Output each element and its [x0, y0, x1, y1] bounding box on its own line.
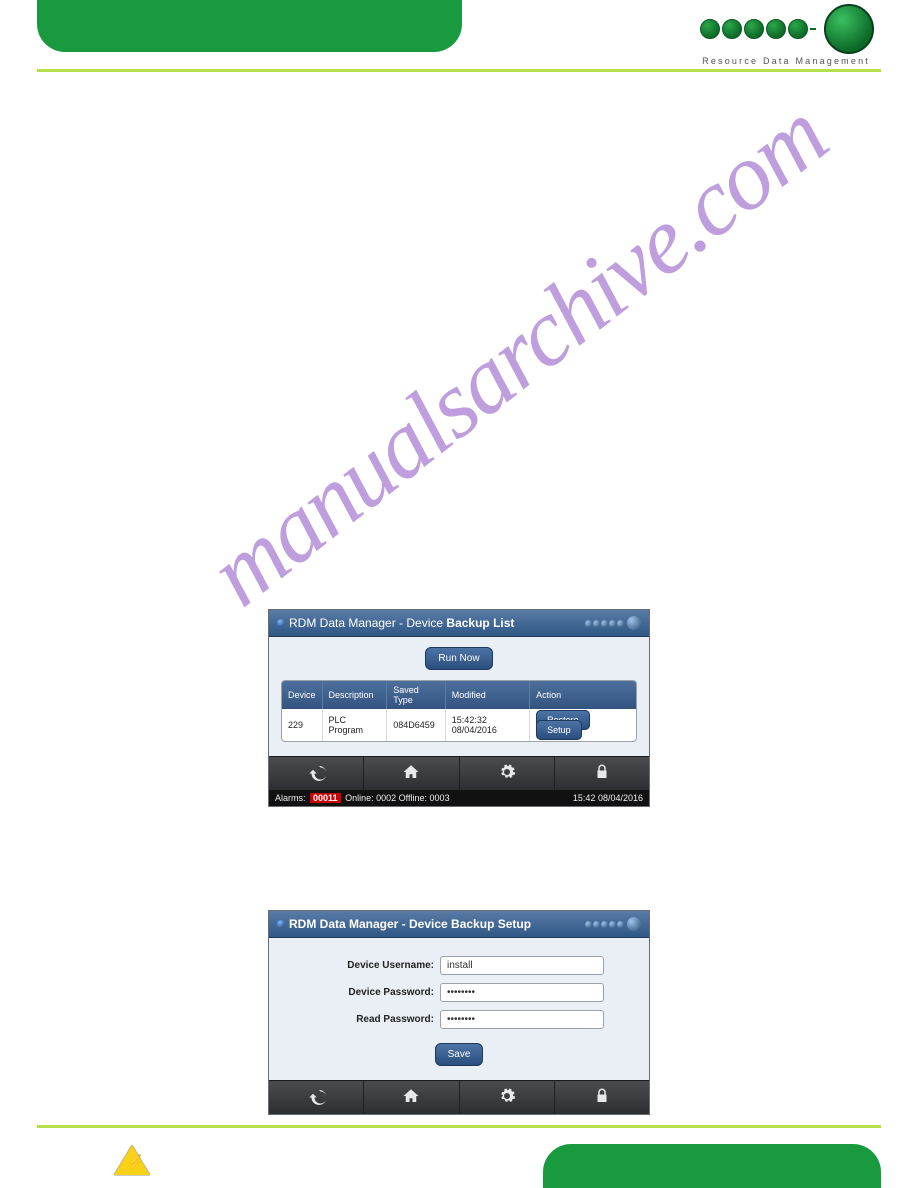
nav-back-button[interactable]: [269, 1081, 364, 1114]
cell-description: PLC Program: [322, 709, 387, 741]
online-label: Online:: [345, 793, 374, 803]
col-saved-type: Saved Type: [387, 681, 446, 709]
nav-lock-button[interactable]: [555, 1081, 649, 1114]
window-titlebar: RDM Data Manager - Device Backup Setup: [269, 911, 649, 938]
save-button[interactable]: Save: [435, 1043, 484, 1066]
nav-settings-button[interactable]: [460, 1081, 555, 1114]
header-tab: [37, 0, 462, 52]
nav-settings-button[interactable]: [460, 757, 555, 790]
offline-count: 0003: [430, 793, 450, 803]
cell-device: 229: [282, 709, 322, 741]
lock-icon: [592, 763, 612, 781]
back-arrow-icon: [306, 763, 326, 781]
titlebar-dot-icon: [277, 920, 285, 928]
col-action: Action: [530, 681, 636, 709]
bottom-nav: [269, 756, 649, 790]
alarms-label: Alarms:: [275, 793, 306, 803]
title-suffix: Backup List: [443, 616, 514, 630]
nav-home-button[interactable]: [364, 1081, 459, 1114]
status-bar: Alarms: 00011 Online: 0002 Offline: 0003…: [269, 790, 649, 806]
screenshot-backup-list: RDM Data Manager - Device Backup List Ru…: [268, 609, 650, 807]
brand-logo: Resource Data Management: [700, 4, 874, 66]
col-device: Device: [282, 681, 322, 709]
table-header-row: Device Description Saved Type Modified A…: [282, 681, 636, 709]
col-modified: Modified: [445, 681, 529, 709]
username-input[interactable]: [440, 956, 604, 975]
table-row: 229 PLC Program 084D6459 15:42:32 08/04/…: [282, 709, 636, 741]
alarms-count: 00011: [310, 793, 341, 803]
header-divider: [37, 69, 881, 72]
read-password-label: Read Password:: [314, 1014, 434, 1025]
nav-back-button[interactable]: [269, 757, 364, 790]
footer-divider: [37, 1125, 881, 1128]
back-arrow-icon: [306, 1087, 326, 1105]
home-icon: [401, 763, 421, 781]
title-prefix: RDM Data Manager - Device: [289, 616, 443, 630]
device-password-input[interactable]: [440, 983, 604, 1002]
screenshot-backup-setup: RDM Data Manager - Device Backup Setup D…: [268, 910, 650, 1115]
window-titlebar: RDM Data Manager - Device Backup List: [269, 610, 649, 637]
run-now-button[interactable]: Run Now: [425, 647, 492, 670]
gear-icon: [497, 763, 517, 781]
backup-table: Device Description Saved Type Modified A…: [281, 680, 637, 742]
read-password-input[interactable]: [440, 1010, 604, 1029]
online-count: 0002: [376, 793, 396, 803]
gear-icon: [497, 1087, 517, 1105]
clock-text: 15:42 08/04/2016: [573, 793, 643, 803]
bottom-nav: [269, 1080, 649, 1114]
home-icon: [401, 1087, 421, 1105]
cell-saved-type: 084D6459: [387, 709, 446, 741]
col-description: Description: [322, 681, 387, 709]
username-label: Device Username:: [314, 960, 434, 971]
lock-icon: [592, 1087, 612, 1105]
titlebar-dot-icon: [277, 619, 285, 627]
warning-triangle-icon: ⚡: [114, 1145, 150, 1175]
nav-lock-button[interactable]: [555, 757, 649, 790]
device-password-label: Device Password:: [314, 987, 434, 998]
watermark-text: manualsarchive.com: [188, 122, 792, 627]
setup-button[interactable]: Setup: [536, 720, 582, 740]
brand-tagline: Resource Data Management: [700, 56, 870, 66]
titlebar-logo-icon: [585, 616, 641, 630]
cell-modified: 15:42:32 08/04/2016: [445, 709, 529, 741]
offline-label: Offline:: [399, 793, 427, 803]
nav-home-button[interactable]: [364, 757, 459, 790]
window-title: RDM Data Manager - Device Backup Setup: [289, 917, 585, 931]
titlebar-logo-icon: [585, 917, 641, 931]
footer-tab: [543, 1144, 881, 1188]
